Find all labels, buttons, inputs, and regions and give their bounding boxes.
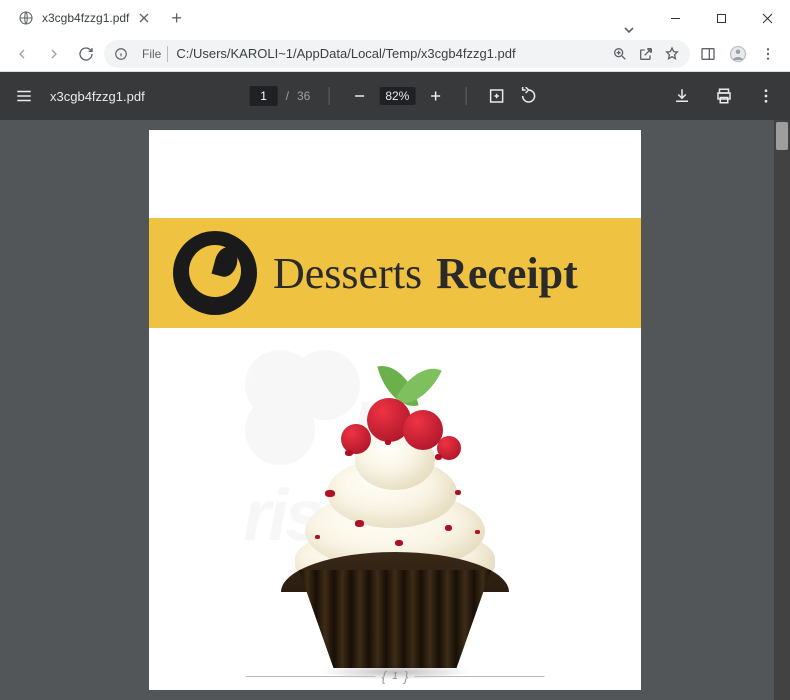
tab-strip: x3cgb4fzzg1.pdf +: [0, 0, 606, 36]
browser-titlebar: x3cgb4fzzg1.pdf +: [0, 0, 790, 36]
window-controls: [652, 0, 790, 36]
globe-icon: [18, 10, 34, 26]
url-text: C:/Users/KAROLI~1/AppData/Local/Temp/x3c…: [176, 46, 515, 61]
zoom-icon[interactable]: [612, 46, 628, 62]
zoom-in-button[interactable]: [423, 84, 447, 108]
scrollbar-thumb[interactable]: [776, 122, 788, 150]
menu-icon[interactable]: [12, 84, 36, 108]
page-separator: /: [286, 89, 289, 103]
tab-search-icon[interactable]: [606, 24, 652, 36]
browser-menu-icon[interactable]: [754, 40, 782, 68]
pdf-menu-icon[interactable]: [754, 84, 778, 108]
pdf-canvas[interactable]: pc risk Desserts Receipt: [0, 120, 790, 700]
page-total: 36: [297, 89, 310, 103]
share-icon[interactable]: [638, 46, 654, 62]
pdf-filename: x3cgb4fzzg1.pdf: [50, 89, 145, 104]
new-tab-button[interactable]: +: [161, 8, 192, 29]
close-tab-icon[interactable]: [137, 10, 151, 26]
zoom-out-button[interactable]: [347, 84, 371, 108]
download-button[interactable]: [670, 84, 694, 108]
fit-page-button[interactable]: [484, 84, 508, 108]
scrollbar[interactable]: [774, 120, 790, 700]
close-window-button[interactable]: [744, 0, 790, 36]
page-number-ornament: { 1 }: [246, 668, 545, 684]
banner: Desserts Receipt: [149, 218, 641, 328]
banner-logo-icon: [173, 231, 257, 315]
cupcake-illustration: [255, 370, 535, 680]
browser-tab[interactable]: x3cgb4fzzg1.pdf: [8, 2, 161, 34]
profile-icon[interactable]: [724, 40, 752, 68]
banner-title-word1: Desserts: [273, 248, 422, 299]
sidepanel-icon[interactable]: [694, 40, 722, 68]
toolbar-separator: [465, 87, 466, 105]
star-icon[interactable]: [664, 46, 680, 62]
pdf-page: pc risk Desserts Receipt: [149, 130, 641, 690]
forward-button[interactable]: [40, 40, 68, 68]
minimize-button[interactable]: [652, 0, 698, 36]
rotate-button[interactable]: [516, 84, 540, 108]
file-chip: File: [136, 46, 168, 62]
print-button[interactable]: [712, 84, 736, 108]
address-bar[interactable]: File C:/Users/KAROLI~1/AppData/Local/Tem…: [104, 40, 690, 68]
banner-title-word2: Receipt: [436, 248, 578, 299]
info-icon: [114, 47, 128, 61]
pdf-toolbar: x3cgb4fzzg1.pdf / 36 82%: [0, 72, 790, 120]
doc-page-number: 1: [392, 671, 398, 682]
maximize-button[interactable]: [698, 0, 744, 36]
tab-title: x3cgb4fzzg1.pdf: [42, 11, 129, 25]
pdf-viewer: x3cgb4fzzg1.pdf / 36 82%: [0, 72, 790, 700]
browser-toolbar: File C:/Users/KAROLI~1/AppData/Local/Tem…: [0, 36, 790, 72]
toolbar-separator: [328, 87, 329, 105]
page-number-input[interactable]: [250, 86, 278, 106]
reload-button[interactable]: [72, 40, 100, 68]
back-button[interactable]: [8, 40, 36, 68]
zoom-level: 82%: [379, 87, 415, 105]
